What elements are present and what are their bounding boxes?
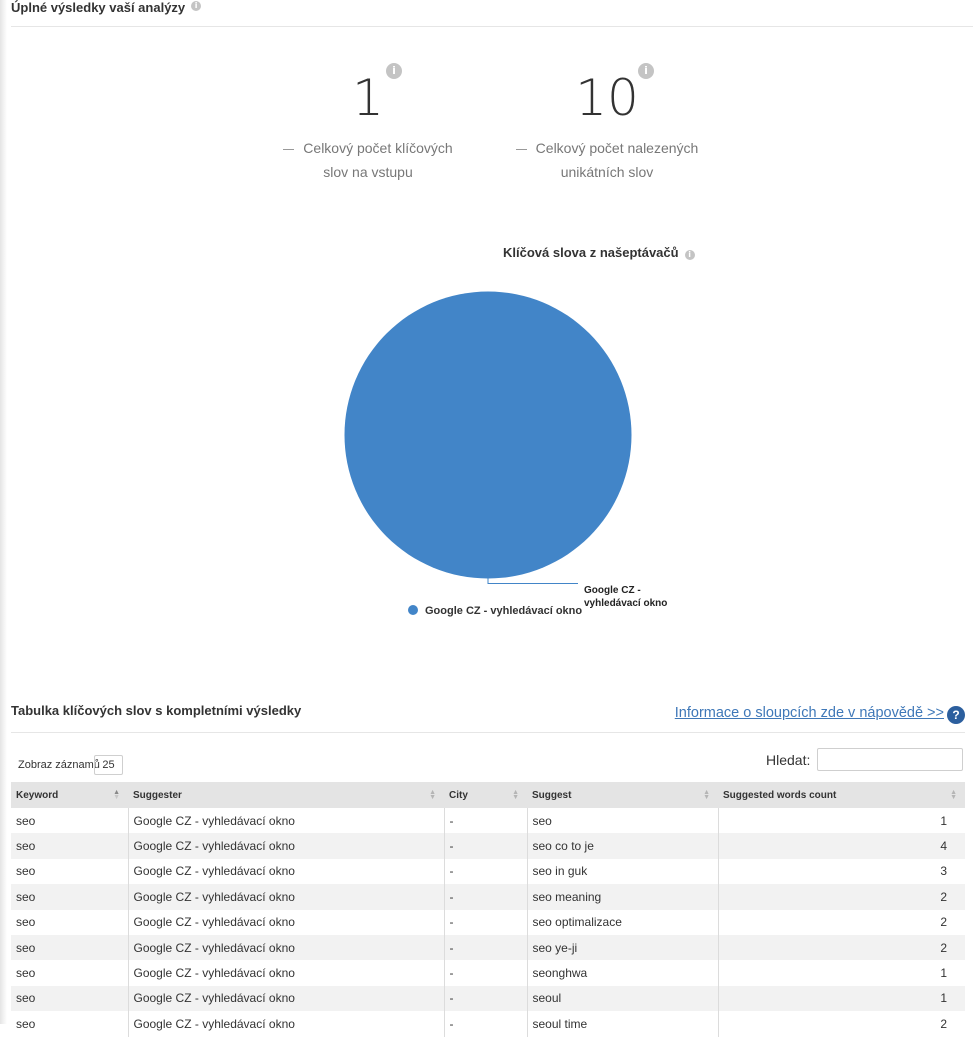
table-section-title: Tabulka klíčových slov s kompletními výs… [11,703,302,718]
cell-suggester: Google CZ - vyhledávací okno [128,858,445,885]
cell-keyword: seo [11,985,129,1012]
cell-city: - [444,909,528,935]
cell-suggest: seonghwa [527,960,719,986]
cell-city: - [444,833,528,859]
sort-asc-icon: ▲ ▼ [113,789,120,801]
cell-city: - [444,884,528,910]
cell-suggester: Google CZ - vyhledávací okno [128,833,445,859]
slice-label-connector [487,578,578,584]
table-row: seo Google CZ - vyhledávací okno - seo co t… [11,833,965,859]
cell-suggest: seo co to je [527,833,719,859]
cell-suggester: Google CZ - vyhledávací okno [128,985,445,1012]
sort-icon: ▲ ▼ [512,789,519,801]
cell-keyword: seo [11,934,129,961]
search-label: Hledat: [766,752,811,768]
cell-keyword: seo [11,909,129,935]
cell-suggested-words-count: 2 [940,915,947,930]
cell-suggested-words-count: 1 [940,813,947,828]
cell-suggest: seo [527,808,719,834]
cell-city: - [444,808,528,834]
cell-keyword: seo [11,858,129,885]
search-input[interactable] [817,748,963,771]
cell-suggest: seo ye-ji [527,934,719,961]
cell-suggested-words-count: 1 [718,985,965,1012]
sort-icon: ▲ ▼ [950,789,957,801]
table-header-row: Keyword ▲ ▼ Suggester ▲ ▼ City ▲ ▼ Suggest ▲ ▼ S… [11,782,965,808]
cell-city: - [444,985,528,1012]
cell-city: - [444,858,528,885]
slice-data-label: Google CZ -vyhledávací okno [584,585,667,609]
cell-suggest: seoul [527,985,719,1012]
cell-suggester: Google CZ - vyhledávací okno [128,884,445,910]
table-row: seo Google CZ - vyhledávací okno - seo opti… [11,909,965,935]
help-icon[interactable]: ? [947,706,965,724]
page-size-label: Zobraz záznamů [18,759,100,771]
table-row: seo Google CZ - vyhledávací okno - seonghwa… [11,960,965,986]
cell-keyword: seo [11,884,129,910]
pie-chart: Google CZ -vyhledávací oknoGoogle CZ - v… [344,291,667,617]
cell-suggester: Google CZ - vyhledávací okno [128,960,445,986]
cell-city: - [444,960,528,986]
cell-keyword: seo [11,960,129,986]
cell-suggested-words-count: 4 [718,833,965,859]
cell-suggested-words-count: 3 [940,864,947,879]
cell-suggested-words-count: 2 [718,884,965,910]
table-row: seo Google CZ - vyhledávací okno - seo ye-j… [11,934,965,961]
column-header-keyword[interactable]: Keyword ▲ ▼ [11,782,128,808]
cell-suggester: Google CZ - vyhledávací okno [128,808,445,834]
sort-icon: ▲ ▼ [703,789,710,801]
sort-icon: ▲ ▼ [429,789,436,801]
pie-slice[interactable] [344,291,632,579]
cell-city: - [444,934,528,961]
column-header-suggester[interactable]: Suggester ▲ ▼ [128,782,444,808]
divider [11,732,965,733]
column-header-suggested-words-count[interactable]: Suggested words count ▲ ▼ [718,782,965,808]
help-link[interactable]: Informace o sloupcích zde v nápovědě >> [675,705,944,721]
cell-suggested-words-count: 2 [718,934,965,961]
column-header-city[interactable]: City ▲ ▼ [444,782,527,808]
table-row: seo Google CZ - vyhledávací okno - seoul 1 [11,985,965,1012]
cell-suggester: Google CZ - vyhledávací okno [128,934,445,961]
table-row: seo Google CZ - vyhledávací okno - seo in g… [11,858,965,885]
cell-suggest: seo in guk [527,858,719,885]
page-size-select[interactable]: 25 [94,755,123,775]
cell-keyword: seo [11,833,129,859]
table-row: seo Google CZ - vyhledávací okno - seo mean… [11,884,965,910]
legend-marker [408,605,418,615]
cell-suggester: Google CZ - vyhledávací okno [128,909,445,935]
column-header-suggest[interactable]: Suggest ▲ ▼ [527,782,718,808]
cell-suggest: seo optimalizace [527,909,719,935]
cell-keyword: seo [11,808,129,834]
results-table: Keyword ▲ ▼ Suggester ▲ ▼ City ▲ ▼ Suggest ▲ ▼ S… [11,782,965,1037]
cell-suggested-words-count: 1 [940,966,947,981]
table-row: seo Google CZ - vyhledávací okno - seo 1 [11,808,965,834]
legend-label[interactable]: Google CZ - vyhledávací okno [425,605,582,617]
cell-suggest: seo meaning [527,884,719,910]
